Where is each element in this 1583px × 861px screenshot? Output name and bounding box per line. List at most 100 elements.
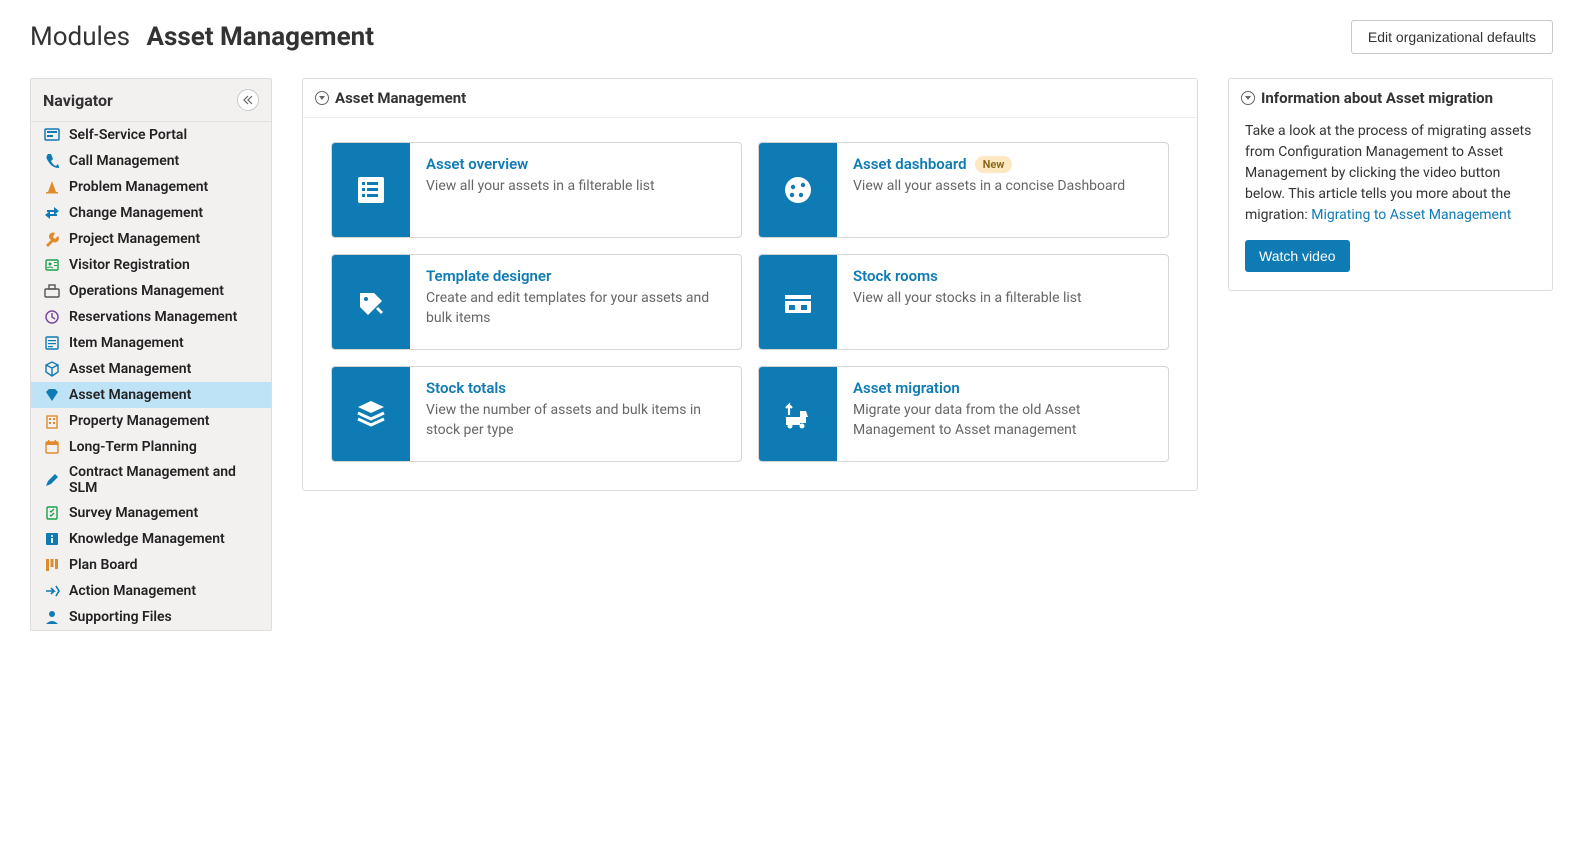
- sidebar-item-change-management[interactable]: Change Management: [31, 200, 271, 226]
- sidebar-title: Navigator: [43, 91, 113, 110]
- info-icon: [43, 530, 61, 548]
- ops-icon: [43, 282, 61, 300]
- sidebar-item-supporting-files[interactable]: Supporting Files: [31, 604, 271, 630]
- person-icon: [43, 608, 61, 626]
- panel-header[interactable]: Asset Management: [303, 79, 1197, 118]
- sidebar-item-action-management[interactable]: Action Management: [31, 578, 271, 604]
- visitor-icon: [43, 256, 61, 274]
- sidebar-item-operations-management[interactable]: Operations Management: [31, 278, 271, 304]
- new-badge: New: [975, 156, 1013, 173]
- card-body: Template designer Create and edit templat…: [410, 255, 741, 349]
- card-asset-overview[interactable]: Asset overview View all your assets in a …: [331, 142, 742, 238]
- list-icon: [332, 143, 410, 237]
- collapse-triangle-icon: [315, 91, 329, 105]
- page-header: Modules Asset Management Edit organizati…: [30, 20, 1553, 54]
- pen-icon: [43, 471, 61, 489]
- collapse-sidebar-button[interactable]: [237, 89, 259, 111]
- card-stock-rooms[interactable]: Stock rooms View all your stocks in a fil…: [758, 254, 1169, 350]
- edit-organizational-defaults-button[interactable]: Edit organizational defaults: [1351, 20, 1553, 54]
- survey-icon: [43, 504, 61, 522]
- sidebar-item-plan-board[interactable]: Plan Board: [31, 552, 271, 578]
- card-title: Asset overview: [426, 155, 655, 173]
- info-panel: Information about Asset migration Take a…: [1228, 78, 1553, 291]
- sidebar-item-asset-management[interactable]: Asset Management: [31, 356, 271, 382]
- card-title: Asset dashboard New: [853, 155, 1125, 173]
- sidebar-item-property-management[interactable]: Property Management: [31, 408, 271, 434]
- card-desc: View all your stocks in a filterable lis…: [853, 289, 1082, 309]
- sidebar-item-contract-management-and-slm[interactable]: Contract Management and SLM: [31, 460, 271, 500]
- sidebar-item-label: Knowledge Management: [69, 531, 225, 547]
- item-icon: [43, 334, 61, 352]
- sidebar-item-label: Operations Management: [69, 283, 224, 299]
- phone-icon: [43, 152, 61, 170]
- sidebar-item-call-management[interactable]: Call Management: [31, 148, 271, 174]
- card-template-designer[interactable]: Template designer Create and edit templat…: [331, 254, 742, 350]
- card-title: Template designer: [426, 267, 725, 285]
- card-title-text: Template designer: [426, 267, 551, 285]
- sidebar-item-survey-management[interactable]: Survey Management: [31, 500, 271, 526]
- calendar-icon: [43, 438, 61, 456]
- sidebar-item-label: Change Management: [69, 205, 203, 221]
- info-panel-body: Take a look at the process of migrating …: [1229, 111, 1552, 290]
- card-title-text: Stock totals: [426, 379, 506, 397]
- card-desc: View all your assets in a filterable lis…: [426, 177, 655, 197]
- card-title-text: Asset dashboard: [853, 155, 967, 173]
- gem-icon: [43, 386, 61, 404]
- collapse-triangle-icon: [1241, 91, 1255, 105]
- card-desc: Migrate your data from the old Asset Man…: [853, 401, 1152, 440]
- card-desc: Create and edit templates for your asset…: [426, 289, 725, 328]
- dashboard-icon: [759, 143, 837, 237]
- chevron-double-left-icon: [243, 95, 253, 105]
- breadcrumb-level-1[interactable]: Modules: [30, 22, 130, 52]
- sidebar-item-item-management[interactable]: Item Management: [31, 330, 271, 356]
- wrench-icon: [43, 230, 61, 248]
- sidebar-item-label: Supporting Files: [69, 609, 172, 625]
- sidebar-item-self-service-portal[interactable]: Self-Service Portal: [31, 122, 271, 148]
- sidebar-item-label: Call Management: [69, 153, 179, 169]
- clock-icon: [43, 308, 61, 326]
- watch-video-button[interactable]: Watch video: [1245, 240, 1350, 272]
- sidebar-item-visitor-registration[interactable]: Visitor Registration: [31, 252, 271, 278]
- card-desc: View the number of assets and bulk items…: [426, 401, 725, 440]
- card-title: Asset migration: [853, 379, 1152, 397]
- card-body: Asset overview View all your assets in a …: [410, 143, 671, 237]
- board-icon: [43, 556, 61, 574]
- cube-icon: [43, 360, 61, 378]
- sidebar-item-label: Visitor Registration: [69, 257, 190, 273]
- card-asset-migration[interactable]: Asset migration Migrate your data from th…: [758, 366, 1169, 462]
- sidebar-item-reservations-management[interactable]: Reservations Management: [31, 304, 271, 330]
- panel-title: Asset Management: [335, 89, 466, 107]
- migration-article-link[interactable]: Migrating to Asset Management: [1311, 207, 1511, 223]
- sidebar-item-problem-management[interactable]: Problem Management: [31, 174, 271, 200]
- card-title-text: Asset migration: [853, 379, 960, 397]
- sidebar-item-label: Asset Management: [69, 387, 191, 403]
- sidebar-item-project-management[interactable]: Project Management: [31, 226, 271, 252]
- card-stock-totals[interactable]: Stock totals View the number of assets an…: [331, 366, 742, 462]
- sidebar-item-long-term-planning[interactable]: Long-Term Planning: [31, 434, 271, 460]
- breadcrumb-level-2: Asset Management: [147, 22, 374, 52]
- sidebar-item-label: Item Management: [69, 335, 184, 351]
- card-title: Stock rooms: [853, 267, 1082, 285]
- sidebar-item-label: Long-Term Planning: [69, 439, 197, 455]
- sidebar-item-knowledge-management[interactable]: Knowledge Management: [31, 526, 271, 552]
- sidebar-item-label: Plan Board: [69, 557, 138, 573]
- info-panel-header[interactable]: Information about Asset migration: [1229, 79, 1552, 111]
- info-panel-title: Information about Asset migration: [1261, 89, 1493, 107]
- sidebar-item-label: Action Management: [69, 583, 196, 599]
- sidebar-item-label: Problem Management: [69, 179, 208, 195]
- card-body: Asset migration Migrate your data from th…: [837, 367, 1168, 461]
- card-body: Stock totals View the number of assets an…: [410, 367, 741, 461]
- stack-icon: [332, 367, 410, 461]
- card-asset-dashboard[interactable]: Asset dashboardNewView all your assets i…: [758, 142, 1169, 238]
- rooms-icon: [759, 255, 837, 349]
- template-icon: [332, 255, 410, 349]
- cone-icon: [43, 178, 61, 196]
- card-title-text: Stock rooms: [853, 267, 938, 285]
- action-icon: [43, 582, 61, 600]
- breadcrumb: Modules Asset Management: [30, 22, 374, 52]
- nav-list: Self-Service Portal Call Management Proble…: [31, 122, 271, 630]
- sidebar-item-label: Self-Service Portal: [69, 127, 187, 143]
- sidebar-item-label: Reservations Management: [69, 309, 237, 325]
- sidebar-item-asset-management[interactable]: Asset Management: [31, 382, 271, 408]
- sidebar-header: Navigator: [31, 79, 271, 122]
